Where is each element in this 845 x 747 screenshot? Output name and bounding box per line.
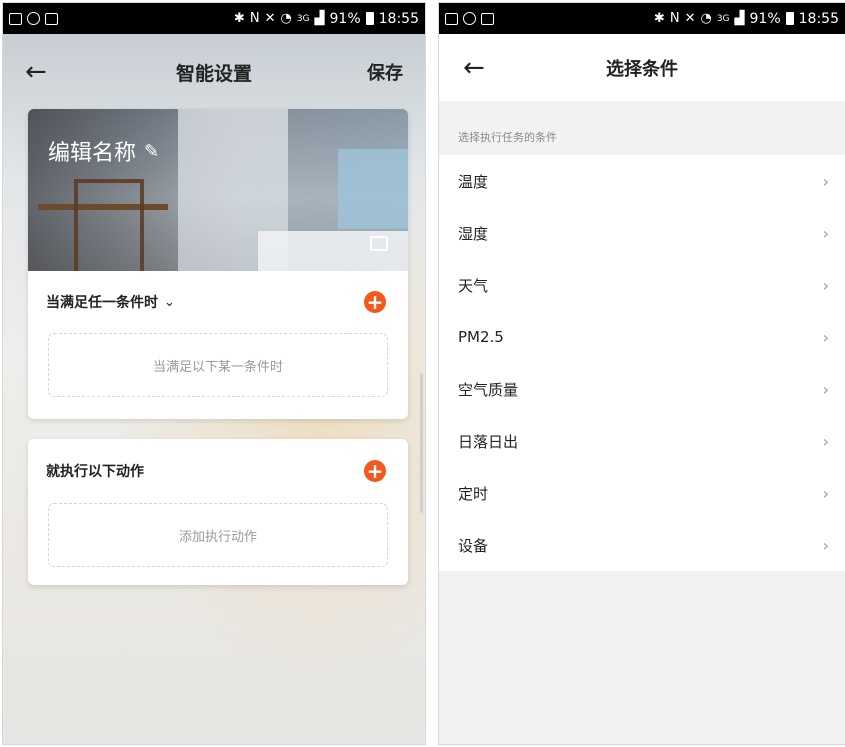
wifi-icon: ◔ — [700, 11, 712, 26]
condition-placeholder-box[interactable]: 当满足以下某一条件时 — [48, 333, 388, 397]
condition-placeholder-text: 当满足以下某一条件时 — [152, 359, 283, 375]
action-placeholder-text: 添加执行动作 — [178, 529, 257, 545]
battery-percent: 91% — [749, 10, 781, 27]
chevron-right-icon: › — [822, 171, 829, 191]
chevron-down-icon[interactable]: ⌄ — [164, 295, 175, 310]
add-action-button[interactable]: + — [364, 460, 386, 482]
back-arrow-icon[interactable]: ← — [25, 59, 47, 85]
list-item[interactable]: 湿度 › — [439, 207, 845, 259]
save-button[interactable]: 保存 — [367, 59, 403, 85]
clock: 18:55 — [378, 10, 419, 27]
pencil-icon: ✎ — [144, 140, 160, 162]
chevron-right-icon: › — [822, 223, 829, 243]
status-bar: ✱ N ✕ ◔ 3G ▟ 91% 18:55 — [439, 3, 845, 34]
add-condition-button[interactable]: + — [364, 291, 386, 313]
condition-section-header: 当满足任一条件时 ⌄ + — [28, 271, 408, 333]
gallery-icon — [445, 12, 458, 25]
scene-card: 编辑名称 ✎ 当满足任一条件时 ⌄ + 当满足以下某一条件时 — [28, 109, 408, 419]
cover-chair — [74, 179, 144, 271]
condition-mode-label[interactable]: 当满足任一条件时 — [46, 292, 158, 312]
signal-icon: ▟ — [314, 11, 325, 26]
account-icon — [27, 12, 40, 25]
chevron-right-icon: › — [822, 483, 829, 503]
list-item[interactable]: 定时 › — [439, 467, 845, 519]
gallery-icon — [9, 12, 22, 25]
chevron-right-icon: › — [822, 379, 829, 399]
list-item[interactable]: 温度 › — [439, 155, 845, 207]
scene-name-label: 编辑名称 — [48, 141, 137, 166]
list-item[interactable]: 空气质量 › — [439, 363, 845, 415]
list-item[interactable]: 日落日出 › — [439, 415, 845, 467]
nfc-icon: N — [249, 11, 260, 26]
battery-icon — [365, 12, 374, 25]
condition-label: 天气 — [458, 276, 489, 295]
top-nav: ← 选择条件 — [439, 34, 845, 101]
action-card: 就执行以下动作 + 添加执行动作 — [28, 439, 408, 585]
action-section-label: 就执行以下动作 — [46, 464, 144, 480]
scrollbar[interactable] — [420, 373, 423, 513]
condition-list: 温度 › 湿度 › 天气 › PM2.5 › 空气质量 › 日落日出 › 定时 … — [439, 155, 845, 571]
list-item[interactable]: 天气 › — [439, 259, 845, 311]
bluetooth-icon: ✱ — [653, 11, 665, 26]
top-nav: ← 智能设置 保存 — [3, 34, 425, 110]
clock: 18:55 — [798, 10, 839, 27]
condition-label: 温度 — [458, 172, 489, 191]
smart-settings-screen: ✱ N ✕ ◔ 3G ▟ 91% 18:55 ← 智能设置 保存 编辑名称 ✎ — [2, 2, 426, 745]
condition-label: 日落日出 — [458, 432, 519, 451]
chevron-right-icon: › — [822, 327, 829, 347]
section-label: 选择执行任务的条件 — [458, 131, 557, 144]
select-condition-screen: ✱ N ✕ ◔ 3G ▟ 91% 18:55 ← 选择条件 选择执行任务的条件 … — [438, 2, 845, 745]
chevron-right-icon: › — [822, 535, 829, 555]
battery-icon — [785, 12, 794, 25]
bluetooth-icon: ✱ — [233, 11, 245, 26]
network-type: 3G — [716, 13, 730, 24]
back-arrow-icon[interactable]: ← — [463, 55, 485, 81]
action-placeholder-box[interactable]: 添加执行动作 — [48, 503, 388, 567]
message-icon — [481, 12, 494, 25]
wifi-icon: ◔ — [280, 11, 292, 26]
list-item[interactable]: 设备 › — [439, 519, 845, 571]
cover-wall — [338, 149, 408, 229]
chevron-right-icon: › — [822, 431, 829, 451]
page-title: 智能设置 — [175, 62, 252, 85]
nfc-icon: N — [669, 11, 680, 26]
condition-label: PM2.5 — [458, 328, 504, 346]
scene-cover-image[interactable]: 编辑名称 ✎ — [28, 109, 408, 271]
network-type: 3G — [296, 13, 310, 24]
mute-icon: ✕ — [264, 11, 276, 26]
mute-icon: ✕ — [684, 11, 696, 26]
battery-percent: 91% — [329, 10, 361, 27]
condition-label: 设备 — [458, 536, 489, 555]
condition-label: 湿度 — [458, 224, 489, 243]
status-bar: ✱ N ✕ ◔ 3G ▟ 91% 18:55 — [3, 3, 425, 34]
change-image-icon[interactable] — [370, 236, 388, 251]
chevron-right-icon: › — [822, 275, 829, 295]
list-item[interactable]: PM2.5 › — [439, 311, 845, 363]
condition-label: 定时 — [458, 484, 489, 503]
condition-label: 空气质量 — [458, 380, 519, 399]
action-section-header: 就执行以下动作 + — [28, 439, 408, 503]
account-icon — [463, 12, 476, 25]
signal-icon: ▟ — [734, 11, 745, 26]
message-icon — [45, 12, 58, 25]
scene-name-edit[interactable]: 编辑名称 ✎ — [48, 135, 159, 167]
page-title: 选择条件 — [606, 58, 678, 80]
